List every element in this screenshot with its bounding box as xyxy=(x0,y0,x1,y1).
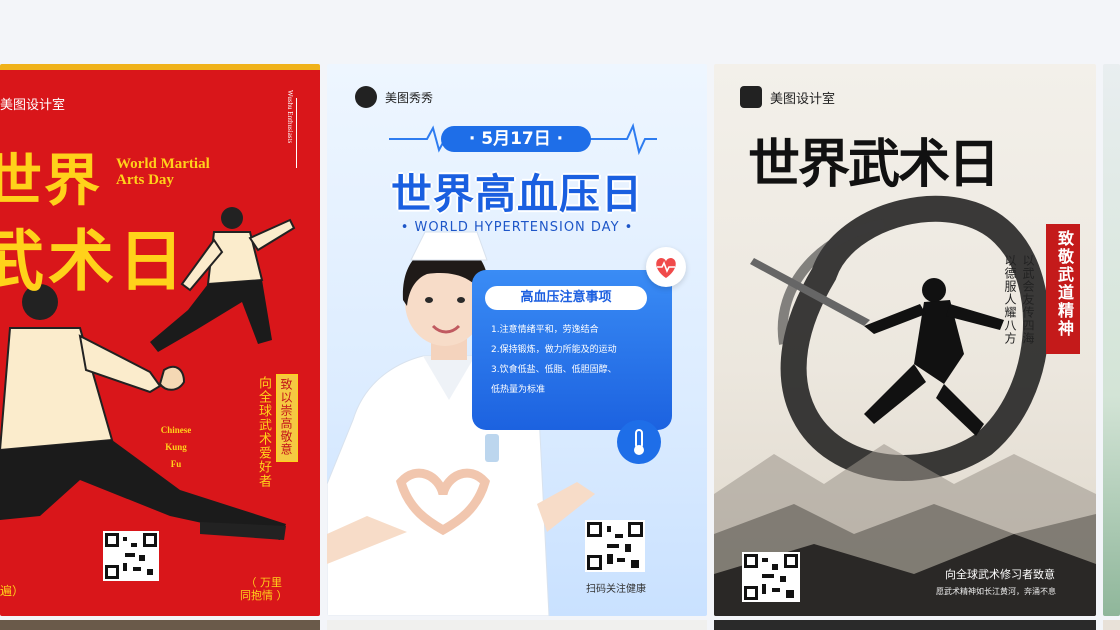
qr-code-icon xyxy=(742,552,800,602)
top-bar xyxy=(0,0,1120,64)
ck-line-1: Chinese xyxy=(160,425,192,435)
card-subtitle: • WORLD HYPERTENSION DAY • xyxy=(400,220,634,235)
brand-label: 美图设计室 xyxy=(0,97,66,112)
next-row-card-3[interactable] xyxy=(714,620,1096,630)
notice-item: 3.饮食低盐、低脂、低胆固醇、 xyxy=(491,365,617,375)
divider xyxy=(296,98,297,168)
template-card-martial-arts-ink[interactable]: 美图设计室 世界武术日 致敬武道精神 以武会友传四海 以德服人耀八方 向全球武术… xyxy=(714,64,1096,616)
card-title: 世界武术日 xyxy=(748,134,1000,195)
footer-left-text: 遍） xyxy=(0,584,25,598)
thermometer-icon xyxy=(617,420,661,464)
english-title-line-1: World Martial xyxy=(116,156,210,172)
notice-item: 低热量为标准 xyxy=(491,385,546,395)
vertical-text-2: 以德服人耀八方 xyxy=(1003,254,1017,345)
next-row-card-4[interactable] xyxy=(1103,620,1120,630)
qr-code-icon xyxy=(585,520,645,572)
meitu-logo-icon xyxy=(355,86,377,108)
title-line-1: 世界 xyxy=(0,148,102,214)
next-row-card-1[interactable] xyxy=(0,620,320,630)
next-row-card-2[interactable] xyxy=(327,620,707,630)
vertical-text-2: 致以崇高敬意 xyxy=(279,378,293,456)
scan-text: 扫码关注健康 xyxy=(586,584,646,595)
title-line-2: 武术日 xyxy=(0,222,188,300)
vertical-text-1: 向全球武术爱好者 xyxy=(256,376,271,488)
vertical-english-label: Wushu Enthusiasts xyxy=(286,90,294,144)
brand-row: 美图设计室 xyxy=(740,86,835,108)
brand-label: 美图秀秀 xyxy=(385,90,434,105)
notice-list: 1.注意情绪平和，劳逸结合 2.保持锻炼，做力所能及的运动 3.饮食低盐、低脂、… xyxy=(491,320,671,400)
red-vertical-text: 致敬武道精神 xyxy=(1055,230,1074,338)
footer-right-text: （ 万里 同抱情 ） xyxy=(240,576,288,602)
vertical-text-1: 以武会友传四海 xyxy=(1021,254,1035,345)
template-card-martial-arts-red[interactable]: 美图设计室 Wushu Enthusiasts 世界 武术日 World Mar… xyxy=(0,64,320,616)
english-title-line-2: Arts Day xyxy=(116,172,174,188)
template-card-hypertension-day[interactable]: 美图秀秀 · 5月17日 · 世界高血压日 • WORLD HYPERTENSI… xyxy=(327,64,707,616)
footer-line-2: 愿武术精神如长江黄河，奔涌不息 xyxy=(936,587,1056,596)
ck-line-2: Kung xyxy=(165,442,187,452)
notice-panel-title: 高血压注意事项 xyxy=(485,286,647,310)
brand-row: 美图秀秀 xyxy=(355,86,433,108)
card-title: 世界高血压日 xyxy=(391,170,643,218)
notice-item: 2.保持锻炼，做力所能及的运动 xyxy=(491,345,617,355)
brand-label: 美图设计室 xyxy=(770,91,836,107)
footer-line-1: 向全球武术修习者致意 xyxy=(945,568,1055,581)
notice-item: 1.注意情绪平和，劳逸结合 xyxy=(491,325,599,335)
ck-line-3: Fu xyxy=(170,459,182,469)
date-pill: · 5月17日 · xyxy=(441,126,591,152)
qr-code-icon xyxy=(103,531,159,581)
heart-monitor-icon xyxy=(646,247,686,287)
template-card-partial[interactable] xyxy=(1103,64,1120,616)
meitu-design-logo-icon xyxy=(740,86,762,108)
chinese-kung-fu-label: Chinese Kung Fu xyxy=(154,422,198,473)
